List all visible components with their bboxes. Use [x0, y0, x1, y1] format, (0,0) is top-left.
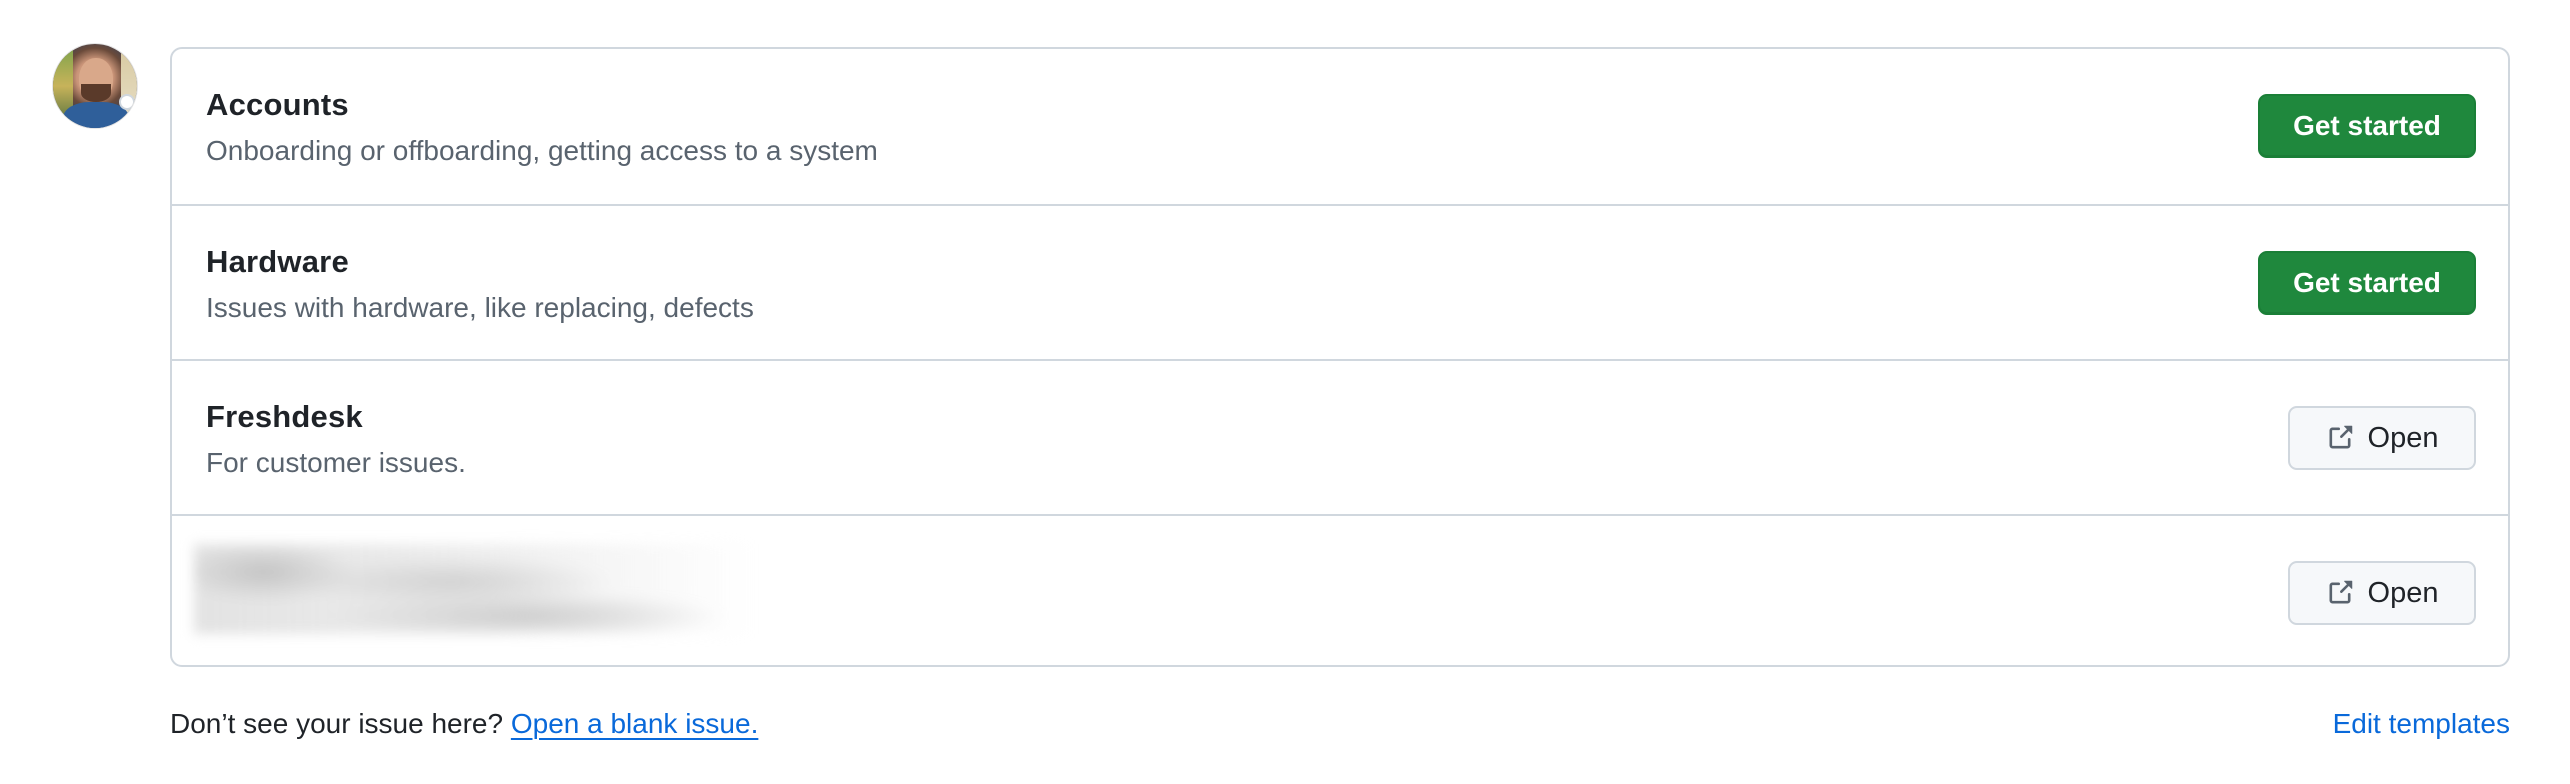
- footer-prompt: Don’t see your issue here? Open a blank …: [170, 708, 758, 740]
- link-external-icon: [2326, 579, 2354, 607]
- link-external-icon: [2326, 424, 2354, 452]
- get-started-button[interactable]: Get started: [2258, 94, 2476, 158]
- open-blank-issue-link[interactable]: Open a blank issue.: [511, 708, 759, 739]
- button-label: Open: [2367, 421, 2439, 454]
- button-label: Open: [2367, 576, 2439, 609]
- get-started-button[interactable]: Get started: [2258, 251, 2476, 315]
- button-label: Get started: [2293, 110, 2441, 141]
- template-title: Hardware: [206, 244, 349, 279]
- template-description: For customer issues.: [206, 447, 466, 478]
- redacted-template-text: [194, 544, 754, 634]
- open-external-button[interactable]: Open: [2288, 561, 2476, 625]
- open-external-button[interactable]: Open: [2288, 406, 2476, 470]
- button-label: Get started: [2293, 267, 2441, 298]
- template-title: Accounts: [206, 87, 349, 122]
- template-description: Onboarding or offboarding, getting acces…: [206, 135, 878, 166]
- avatar-status-badge: [119, 94, 135, 110]
- template-row-freshdesk: Freshdesk For customer issues. Open: [172, 359, 2508, 514]
- user-avatar[interactable]: [53, 44, 137, 128]
- template-title: Freshdesk: [206, 399, 363, 434]
- edit-templates-link[interactable]: Edit templates: [2333, 708, 2510, 740]
- template-row-redacted: Open: [172, 514, 2508, 665]
- avatar-beard: [81, 84, 111, 102]
- template-description: Issues with hardware, like replacing, de…: [206, 292, 754, 323]
- footer-prompt-text: Don’t see your issue here?: [170, 708, 511, 739]
- template-row-accounts: Accounts Onboarding or offboarding, gett…: [172, 49, 2508, 204]
- template-row-hardware: Hardware Issues with hardware, like repl…: [172, 204, 2508, 359]
- issue-template-list: Accounts Onboarding or offboarding, gett…: [170, 47, 2510, 667]
